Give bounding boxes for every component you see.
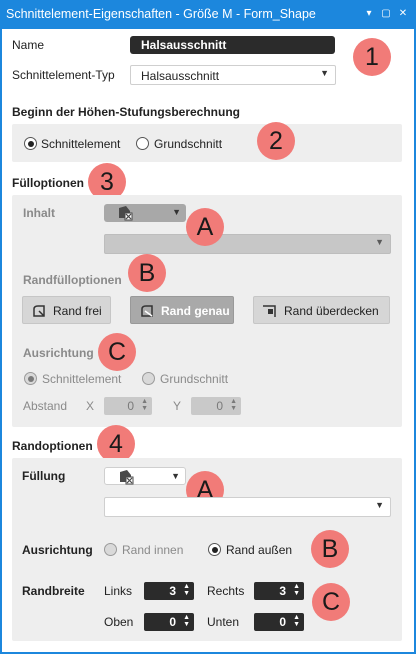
unten-stepper[interactable]: 0 ▲ ▼ — [254, 613, 304, 631]
window-menu-icon[interactable]: ▾ — [362, 6, 376, 22]
name-field[interactable]: Halsausschnitt — [130, 36, 335, 54]
spin-arrows-icon: ▲ ▼ — [183, 614, 190, 628]
fuellung-fill-select[interactable]: ▼ — [104, 467, 186, 485]
chevron-down-icon: ▼ — [375, 237, 384, 247]
spin-arrows-icon: ▲ ▼ — [230, 398, 237, 412]
oben-value: 0 — [169, 615, 176, 629]
beginn-radio-grundschnitt[interactable] — [136, 137, 149, 150]
fuellung-label: Füllung — [22, 469, 66, 483]
abstand-x-stepper[interactable]: 0 ▲ ▼ — [104, 397, 152, 415]
window-title: Schnittelement-Eigenschaften - Größe M -… — [6, 7, 316, 21]
type-select[interactable]: Halsausschnitt ▼ — [130, 65, 336, 85]
window-titlebar: Schnittelement-Eigenschaften - Größe M -… — [0, 0, 416, 29]
rand-frei-button[interactable]: Rand frei — [22, 296, 111, 324]
rand-ueberdecken-label: Rand überdecken — [284, 304, 379, 318]
beginn-option-label: Schnittelement — [41, 137, 121, 151]
marker-2: 2 — [257, 122, 295, 160]
spin-arrows-icon: ▲ ▼ — [141, 398, 148, 412]
chevron-down-icon: ▼ — [375, 500, 384, 510]
abstand-x-label: X — [86, 399, 95, 413]
abstand-x-value: 0 — [127, 399, 134, 413]
randbreite-label: Randbreite — [22, 584, 85, 598]
randoptionen-title: Randoptionen — [12, 439, 93, 453]
inhalt-fill-select[interactable]: ▼ — [104, 204, 186, 222]
rand-frei-label: Rand frei — [53, 304, 102, 318]
fuell-ausrichtung-label: Ausrichtung — [23, 346, 94, 360]
rand-ausrichtung-option: Rand innen — [122, 543, 184, 557]
unten-value: 0 — [279, 615, 286, 629]
close-icon[interactable]: ✕ — [396, 6, 410, 22]
rand-radio-innen[interactable] — [104, 543, 117, 556]
fuell-ausrichtung-option: Grundschnitt — [160, 372, 229, 386]
links-value: 3 — [169, 584, 176, 598]
fill-pattern-icon — [119, 206, 133, 221]
marker-rand-c: C — [312, 583, 350, 621]
name-label: Name — [12, 38, 45, 52]
marker-fuell-b: B — [128, 254, 166, 292]
fuellung-select[interactable]: ▼ — [104, 497, 391, 517]
fuell-radio-schnittelement[interactable] — [24, 372, 37, 385]
marker-rand-b: B — [311, 530, 349, 568]
chevron-down-icon: ▼ — [171, 471, 180, 481]
rand-genau-icon — [141, 305, 153, 317]
rand-ausrichtung-label: Ausrichtung — [22, 543, 93, 557]
chevron-down-icon: ▼ — [172, 207, 181, 217]
marker-1: 1 — [353, 38, 391, 76]
fuell-ausrichtung-option: Schnittelement — [42, 372, 122, 386]
oben-stepper[interactable]: 0 ▲ ▼ — [144, 613, 194, 631]
beginn-title: Beginn der Höhen-Stufungsberechnung — [12, 105, 240, 119]
rand-genau-button[interactable]: Rand genau — [130, 296, 234, 324]
fuell-radio-grundschnitt[interactable] — [142, 372, 155, 385]
rand-ausrichtung-option: Rand außen — [226, 543, 293, 557]
beginn-option-label: Grundschnitt — [154, 137, 223, 151]
marker-fuell-c: C — [98, 333, 136, 371]
marker-fuell-a: A — [186, 208, 224, 246]
fill-pattern-icon — [120, 470, 134, 485]
inhalt-label: Inhalt — [23, 206, 55, 220]
randfuell-title: Randfülloptionen — [23, 273, 122, 287]
spin-arrows-icon: ▲ ▼ — [293, 583, 300, 597]
type-label: Schnittelement-Typ — [12, 68, 115, 82]
rand-genau-label: Rand genau — [161, 304, 230, 318]
abstand-label: Abstand — [23, 399, 68, 413]
abstand-y-label: Y — [173, 399, 182, 413]
rechts-stepper[interactable]: 3 ▲ ▼ — [254, 582, 304, 600]
abstand-y-stepper[interactable]: 0 ▲ ▼ — [191, 397, 241, 415]
spin-arrows-icon: ▲ ▼ — [183, 583, 190, 597]
rechts-value: 3 — [279, 584, 286, 598]
spin-arrows-icon: ▲ ▼ — [293, 614, 300, 628]
chevron-down-icon: ▼ — [320, 68, 329, 78]
rechts-label: Rechts — [207, 584, 245, 598]
links-label: Links — [104, 584, 133, 598]
rand-ueberdecken-button[interactable]: Rand überdecken — [253, 296, 390, 324]
rand-frei-icon — [33, 305, 45, 317]
fuelloptionen-title: Fülloptionen — [12, 176, 84, 190]
links-stepper[interactable]: 3 ▲ ▼ — [144, 582, 194, 600]
maximize-icon[interactable]: ▢ — [379, 6, 393, 22]
rand-radio-aussen[interactable] — [208, 543, 221, 556]
inhalt-select[interactable]: ▼ — [104, 234, 391, 254]
rand-ueberdecken-icon — [263, 305, 276, 317]
abstand-y-value: 0 — [216, 399, 223, 413]
type-select-value: Halsausschnitt — [141, 69, 220, 83]
oben-label: Oben — [104, 615, 134, 629]
unten-label: Unten — [207, 615, 240, 629]
beginn-radio-schnittelement[interactable] — [24, 137, 37, 150]
